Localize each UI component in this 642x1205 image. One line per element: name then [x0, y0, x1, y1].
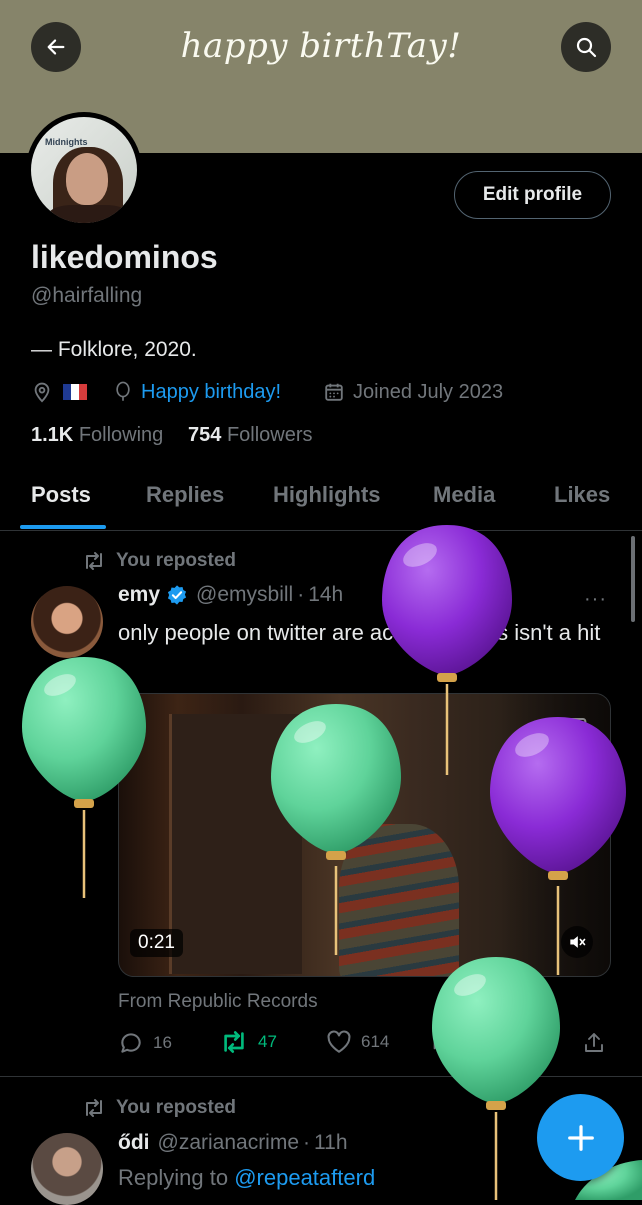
verified-badge-icon [167, 585, 187, 605]
post-separator: · [297, 583, 305, 606]
arrow-left-icon [47, 39, 65, 55]
following-label: Following [78, 424, 164, 446]
profile-avatar[interactable]: Midnights [26, 112, 142, 228]
following-count: 1.1K [31, 424, 74, 446]
reply-button[interactable]: 16 [118, 1030, 172, 1056]
back-button[interactable] [31, 22, 81, 72]
muted-speaker-icon [570, 936, 586, 948]
post-author-name[interactable]: ődi [118, 1131, 150, 1155]
repost-button[interactable]: 47 [219, 1030, 277, 1054]
display-name: likedominos [31, 239, 218, 275]
profile-handle: @hairfalling [31, 284, 143, 307]
video-player[interactable] [118, 693, 611, 977]
birthday-meta: Happy birthday! [113, 376, 281, 408]
tab-likes[interactable]: Likes [554, 482, 610, 508]
avatar-image: Midnights [31, 117, 137, 223]
post-timestamp[interactable]: 14h [308, 583, 343, 607]
post-header: ődi @zarianacrime · 11h [118, 1131, 348, 1155]
avatar-body [49, 205, 129, 223]
balloon-green [432, 957, 560, 1200]
tab-media[interactable]: Media [433, 482, 495, 508]
reply-handle-link[interactable]: @repeatafterd [234, 1165, 375, 1190]
profile-tabs: Posts Replies Highlights Media Likes [0, 468, 642, 531]
post-text: only people on twitter are acting like t… [118, 620, 601, 645]
more-options-icon[interactable]: ··· [584, 588, 607, 611]
search-button[interactable] [561, 22, 611, 72]
share-icon [585, 1033, 603, 1052]
avatar-face [66, 153, 108, 205]
bookmark-button[interactable] [535, 1030, 557, 1056]
reply-icon [121, 1033, 141, 1053]
calendar-icon [325, 383, 343, 401]
tab-highlights[interactable]: Highlights [273, 482, 381, 508]
followers-label: Followers [226, 424, 313, 446]
joined-text: Joined July 2023 [353, 380, 504, 403]
post-separator: · [303, 1131, 311, 1154]
expand-icon[interactable] [562, 712, 590, 740]
post-author-handle[interactable]: @zarianacrime [158, 1131, 300, 1155]
video-duration: 0:21 [130, 929, 183, 957]
repost-label: You reposted [116, 1097, 236, 1118]
repost-label: You reposted [116, 550, 236, 571]
bookmark-icon [538, 1031, 554, 1055]
reply-context: Replying to @repeatafterd [118, 1165, 375, 1191]
balloon-icon [116, 381, 130, 401]
following-link[interactable]: 1.1K Following [31, 424, 163, 447]
birthday-link[interactable]: Happy birthday! [141, 381, 281, 404]
post-author-handle[interactable]: @emysbill [196, 583, 293, 607]
plus-icon [567, 1124, 594, 1151]
mute-button[interactable] [561, 926, 593, 958]
profile-bio: — Folklore, 2020. [31, 338, 197, 361]
repost-indicator: You reposted [82, 1097, 236, 1119]
repost-count: 47 [258, 1032, 277, 1051]
banner-title: happy birthTay! [180, 26, 462, 66]
reply-count: 16 [153, 1033, 172, 1052]
joined-meta: Joined July 2023 [323, 376, 503, 408]
views-chart-icon [433, 1032, 450, 1050]
location-meta [31, 376, 87, 408]
post-author-avatar[interactable] [31, 586, 103, 658]
post-author-name[interactable]: emy [118, 583, 160, 607]
active-tab-indicator [20, 525, 106, 529]
post-divider [0, 1076, 642, 1077]
repost-icon [224, 1031, 244, 1053]
video-frame-figure [339, 824, 459, 976]
followers-link[interactable]: 754 Followers [188, 424, 313, 447]
compose-post-button[interactable] [537, 1094, 624, 1181]
reply-prefix: Replying to [118, 1165, 229, 1190]
post-actions: 16 47 614 12K [0, 1030, 642, 1060]
video-frame-door [169, 714, 302, 974]
like-button[interactable]: 614 [326, 1030, 389, 1054]
repost-indicator: You reposted [82, 550, 236, 572]
video-frame-shade [500, 694, 610, 976]
like-count: 614 [361, 1032, 390, 1051]
repost-icon [86, 552, 102, 570]
avatar-album-text: Midnights [45, 137, 88, 147]
heart-icon [327, 1030, 351, 1053]
tab-posts[interactable]: Posts [31, 482, 91, 508]
search-icon [576, 37, 597, 58]
post-header: emy @emysbill · 14h [118, 583, 343, 607]
post-timestamp[interactable]: 11h [314, 1131, 347, 1155]
tab-replies[interactable]: Replies [146, 482, 224, 508]
location-pin-icon [34, 382, 50, 403]
france-flag-icon [63, 384, 87, 400]
post-author-avatar[interactable] [31, 1133, 103, 1205]
views-count: 12K [461, 1031, 492, 1050]
video-source[interactable]: From Republic Records [118, 991, 318, 1013]
scrollbar[interactable] [631, 536, 635, 622]
repost-icon [86, 1099, 102, 1117]
share-button[interactable] [582, 1030, 606, 1056]
edit-profile-button[interactable]: Edit profile [454, 171, 611, 219]
followers-count: 754 [188, 424, 222, 446]
views-button[interactable]: 12K [430, 1030, 491, 1052]
